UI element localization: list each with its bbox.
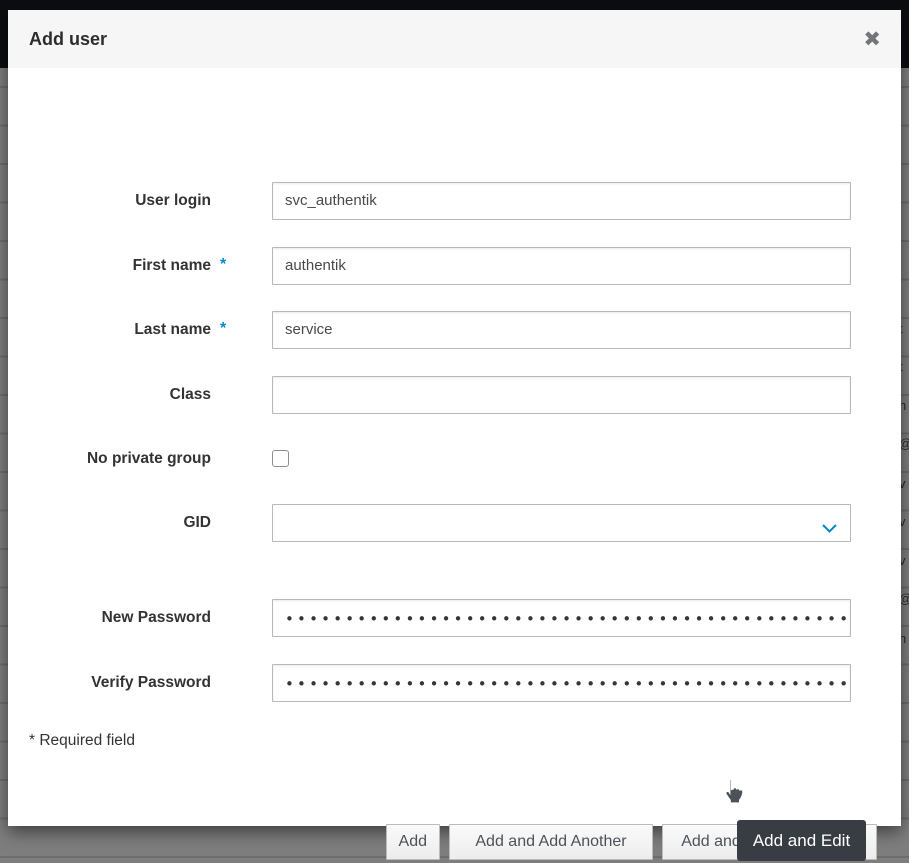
gid-row: GID — [8, 504, 901, 542]
no-private-group-row: No private group — [8, 440, 901, 478]
tooltip: Add and Edit — [737, 820, 866, 861]
user-login-input[interactable]: svc_authentik — [272, 182, 851, 220]
gid-select[interactable] — [272, 504, 851, 542]
add-user-dialog: Add user ✖ User login svc_authentik Firs… — [8, 10, 901, 826]
first-name-label: First name — [29, 247, 211, 285]
verify-password-label: Verify Password — [29, 664, 211, 702]
user-login-row: User login svc_authentik — [8, 182, 901, 220]
required-asterisk: * — [220, 247, 226, 283]
last-name-row: Last name * service — [8, 311, 901, 349]
last-name-input[interactable]: service — [272, 311, 851, 349]
dialog-body: User login svc_authentik First name * au… — [8, 68, 901, 826]
gid-label: GID — [29, 504, 211, 542]
last-name-label: Last name — [29, 311, 211, 349]
new-password-label: New Password — [29, 599, 211, 637]
dialog-header: Add user ✖ — [8, 10, 901, 68]
class-input[interactable] — [272, 376, 851, 414]
required-field-note: * Required field — [29, 732, 135, 750]
new-password-row: New Password •••••••••••••••••••••••••••… — [8, 599, 901, 637]
new-password-input[interactable]: ••••••••••••••••••••••••••••••••••••••••… — [272, 599, 851, 637]
required-asterisk: * — [220, 311, 226, 347]
no-private-group-label: No private group — [29, 440, 211, 478]
class-label: Class — [29, 376, 211, 414]
first-name-input[interactable]: authentik — [272, 247, 851, 285]
class-row: Class — [8, 376, 901, 414]
close-icon[interactable]: ✖ — [863, 10, 881, 68]
verify-password-row: Verify Password ••••••••••••••••••••••••… — [8, 664, 901, 702]
add-button[interactable]: Add — [386, 824, 440, 860]
first-name-row: First name * authentik — [8, 247, 901, 285]
add-and-add-another-button[interactable]: Add and Add Another — [449, 824, 653, 860]
chevron-down-icon — [822, 520, 837, 538]
user-login-label: User login — [29, 182, 211, 220]
dialog-title: Add user — [29, 10, 107, 68]
verify-password-input[interactable]: ••••••••••••••••••••••••••••••••••••••••… — [272, 664, 851, 702]
no-private-group-checkbox[interactable] — [272, 450, 289, 467]
